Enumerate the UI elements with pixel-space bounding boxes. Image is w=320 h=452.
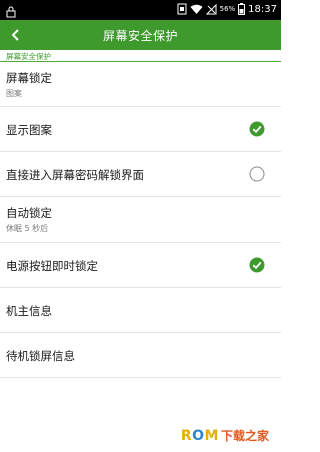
setting-summary: 休眠 5 秒后 xyxy=(6,224,49,233)
setting-title: 显示图案 xyxy=(6,123,52,137)
setting-auto-lock[interactable]: 自动锁定 休眠 5 秒后 xyxy=(0,197,281,242)
no-signal-icon xyxy=(205,3,217,14)
wifi-icon xyxy=(190,4,203,14)
status-bar: 56% 18:37 xyxy=(0,0,281,20)
setting-title: 电源按钮即时锁定 xyxy=(6,259,98,273)
checkbox-checked-icon[interactable] xyxy=(249,257,265,273)
battery-icon xyxy=(238,3,246,15)
setting-summary: 图案 xyxy=(6,89,22,98)
checkbox-checked-icon[interactable] xyxy=(249,121,265,137)
lock-notification-icon xyxy=(6,6,16,18)
setting-title: 自动锁定 xyxy=(6,206,52,220)
setting-direct-unlock[interactable]: 直接进入屏幕密码解锁界面 xyxy=(0,152,281,196)
sim-icon xyxy=(177,3,187,15)
page-title: 屏幕安全保护 xyxy=(102,29,178,43)
divider xyxy=(0,377,281,378)
setting-owner-info[interactable]: 机主信息 xyxy=(0,288,281,332)
status-time: 18:37 xyxy=(248,3,277,15)
setting-power-button-lock[interactable]: 电源按钮即时锁定 xyxy=(0,243,281,287)
checkbox-unchecked-icon[interactable] xyxy=(249,166,265,182)
status-right-icons: 56% 18:37 xyxy=(177,3,277,15)
battery-percent: 56% xyxy=(219,5,236,13)
setting-title: 直接进入屏幕密码解锁界面 xyxy=(6,168,144,182)
setting-screen-lock[interactable]: 屏幕锁定 图案 xyxy=(0,62,281,106)
setting-title: 机主信息 xyxy=(6,304,52,318)
setting-lockscreen-info[interactable]: 待机锁屏信息 xyxy=(0,333,281,377)
watermark-logo: ROM 下载之家 xyxy=(181,427,269,444)
setting-show-pattern[interactable]: 显示图案 xyxy=(0,107,281,151)
watermark-brand: ROM xyxy=(180,427,219,444)
setting-title: 屏幕锁定 xyxy=(6,71,52,85)
action-bar: 屏幕安全保护 xyxy=(0,20,281,50)
watermark-suffix: 下载之家 xyxy=(220,429,269,443)
setting-title: 待机锁屏信息 xyxy=(6,349,75,363)
